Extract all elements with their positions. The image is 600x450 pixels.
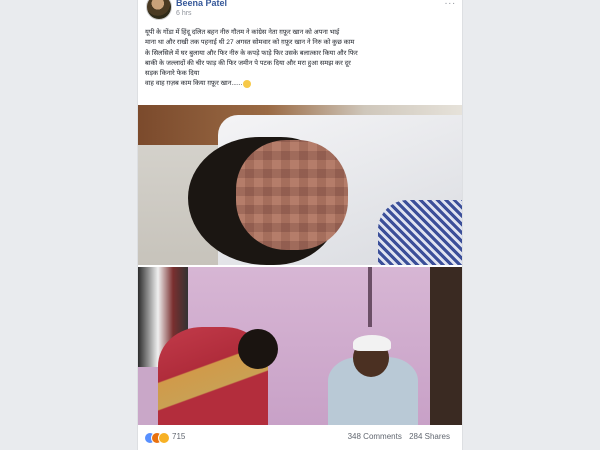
post-photo-rakhi[interactable] <box>138 267 462 425</box>
pixelated-face <box>236 140 348 250</box>
post-text-line: सड़क किनारे फेक दिया <box>145 70 200 78</box>
post-text-line: वाह वाह ग़ज़ब काम किया ग़फ़ूर खान...... <box>145 80 243 88</box>
post-text: यूपी के गोंडा में हिंदू दलित बहन नीरु गौ… <box>145 28 455 90</box>
reaction-count[interactable]: 715 <box>172 432 185 441</box>
post-text-line: यूपी के गोंडा में हिंदू दलित बहन नीरु गौ… <box>145 29 340 36</box>
post-photo-hospital[interactable] <box>138 105 462 265</box>
post-text-line-last: वाह वाह ग़ज़ब काम किया ग़फ़ूर खान...... <box>145 79 455 89</box>
photo-wall-hook <box>368 267 372 327</box>
photo-door <box>430 267 462 425</box>
post-text-line: माना था और राखी तक पहनाई थी 27 अगस्त सोम… <box>145 39 355 47</box>
photo-woman-head <box>238 329 278 369</box>
post-text-line: के सिलसिले में घर बुलाया और फिर नीरु के … <box>145 49 358 57</box>
post-header: Beena Patel 6 hrs ... <box>138 0 462 26</box>
post-timestamp[interactable]: 6 hrs <box>176 10 192 17</box>
post-text-line: बाकी के जल्लादों की चीर फाड़ की फिर जमीन… <box>145 59 351 67</box>
smile-emoji-icon <box>243 79 252 88</box>
author-name[interactable]: Beena Patel <box>176 0 227 8</box>
sad-reaction-icon <box>158 432 170 444</box>
photo-skull-cap <box>353 335 391 351</box>
facebook-post-card: Beena Patel 6 hrs ... यूपी के गोंडा में … <box>137 0 463 450</box>
photo-blanket <box>378 200 462 265</box>
comments-count-link[interactable]: 348 Comments <box>348 432 402 441</box>
engagement-stats: 348 Comments 284 Shares <box>348 432 450 441</box>
avatar[interactable] <box>146 0 172 20</box>
more-options-icon[interactable]: ... <box>445 0 456 7</box>
shares-count-link[interactable]: 284 Shares <box>409 432 450 441</box>
